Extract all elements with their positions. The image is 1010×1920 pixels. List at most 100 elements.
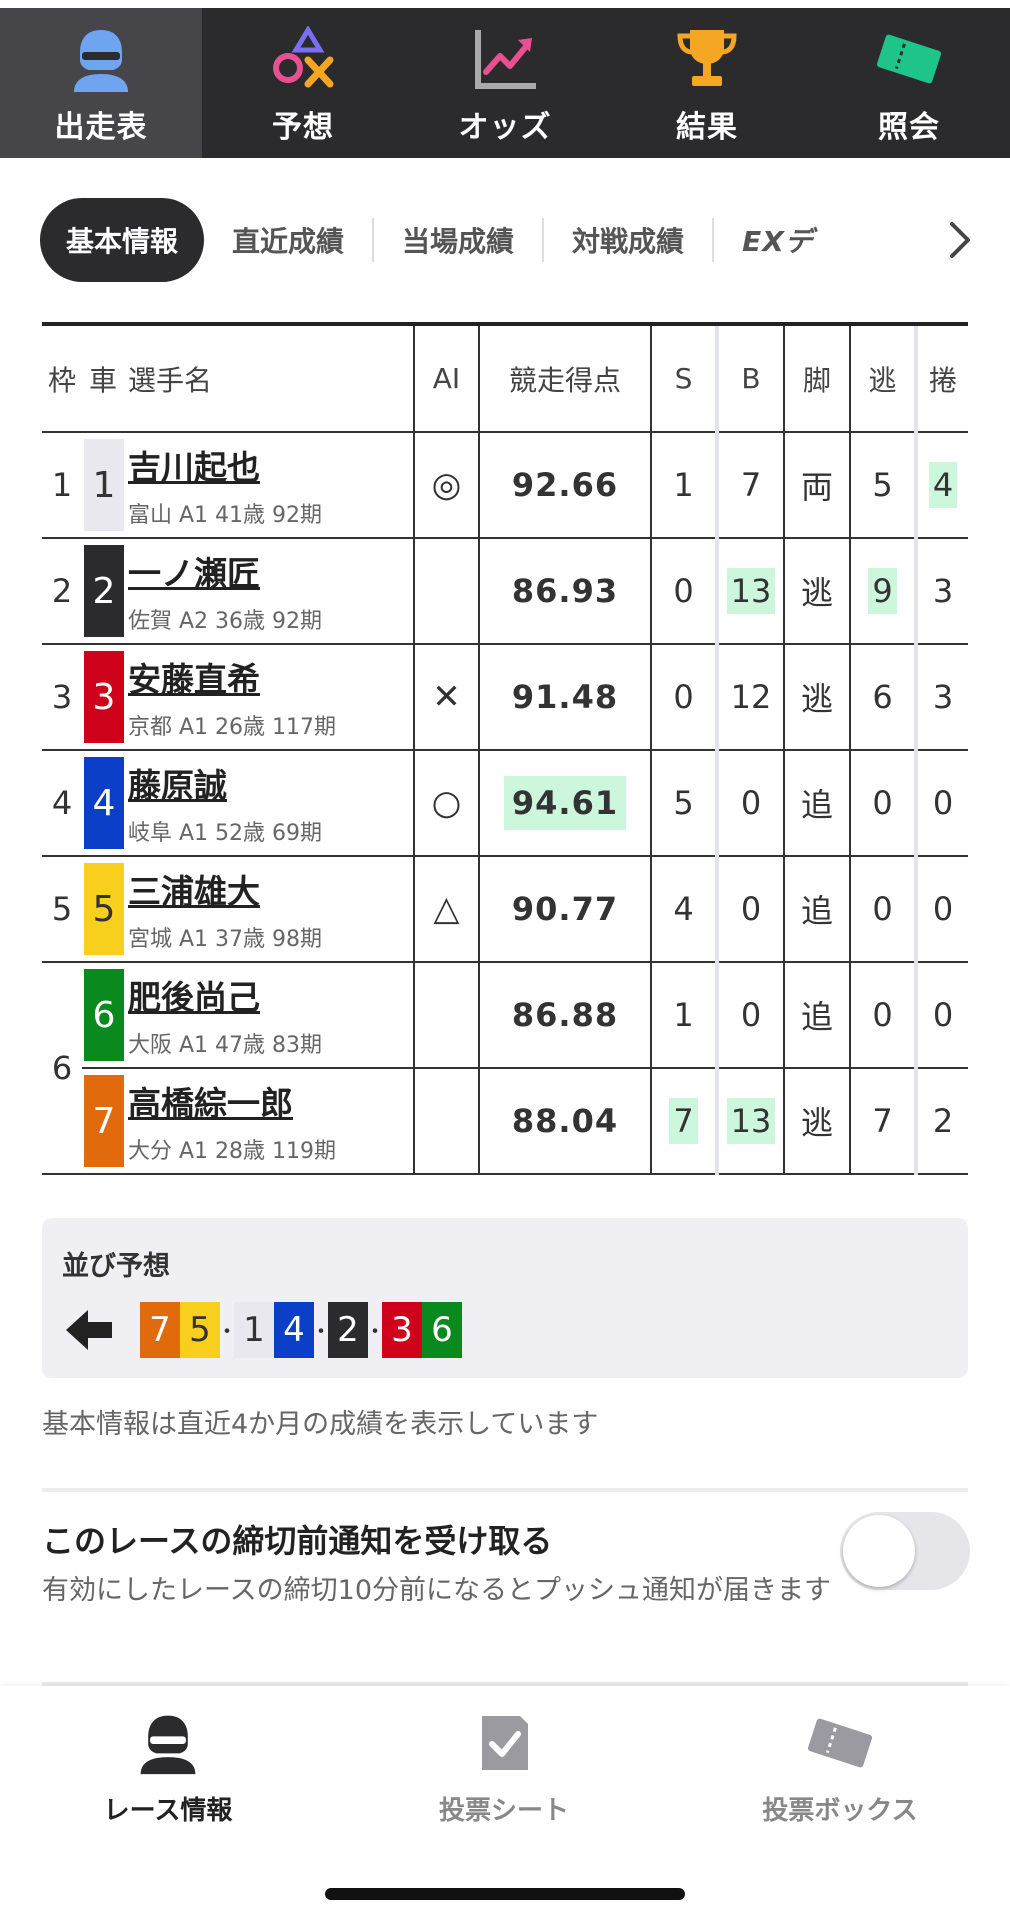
waku-number: 5 bbox=[42, 856, 82, 963]
header-nige: 逃 bbox=[850, 326, 918, 433]
race-score: 86.88 bbox=[511, 996, 619, 1034]
header-waku: 枠 bbox=[42, 326, 82, 433]
tab-taisen[interactable]: 対戦成績 bbox=[544, 198, 712, 282]
rider-name-link[interactable]: 高橋綜一郎 bbox=[124, 1077, 413, 1125]
stat-kyaku-cell: 両 bbox=[784, 432, 851, 539]
stat-b-cell: 0 bbox=[717, 856, 785, 963]
rider-name-link[interactable]: 一ノ瀬匠 bbox=[124, 547, 413, 595]
bottom-nav-vote-sheet[interactable]: 投票シート bbox=[336, 1710, 672, 1827]
nav-label: 結果 bbox=[676, 110, 738, 145]
line-prediction-row: 7 5 ・ 1 4 ・ 2 ・ 3 6 bbox=[62, 1302, 462, 1358]
race-score-cell: 90.77 bbox=[479, 856, 652, 963]
car-number-badge: 1 bbox=[84, 439, 124, 531]
stat-kyaku-cell: 逃 bbox=[784, 644, 851, 751]
nav-item-odds[interactable]: オッズ bbox=[404, 8, 606, 158]
car-number-badge: 2 bbox=[84, 545, 124, 637]
ai-mark: ✕ bbox=[414, 644, 480, 751]
rider-info: 富山 A1 41歳 92期 bbox=[128, 503, 323, 528]
rider-name-link[interactable]: 肥後尚己 bbox=[124, 971, 413, 1019]
bottom-nav-race-info[interactable]: レース情報 bbox=[0, 1710, 336, 1827]
chevron-right-icon[interactable] bbox=[940, 218, 980, 262]
rider-info: 宮城 A1 37歳 98期 bbox=[128, 927, 323, 952]
rider-cell: 吉川起也富山 A1 41歳 92期 bbox=[124, 432, 415, 539]
table-header-row: 枠 車 選手名 AI 競走得点 S B 脚 逃 捲 bbox=[42, 326, 968, 433]
race-score: 91.48 bbox=[511, 678, 619, 716]
rider-name-link[interactable]: 吉川起也 bbox=[124, 441, 413, 489]
stat-kyaku-cell: 逃 bbox=[784, 538, 851, 645]
stat-makuri-cell: 0 bbox=[916, 856, 968, 963]
tab-chokkin[interactable]: 直近成績 bbox=[204, 198, 372, 282]
nav-item-shussohyo[interactable]: 出走表 bbox=[0, 8, 202, 158]
stat-makuri: 2 bbox=[932, 1102, 954, 1140]
table-row: 1 1 吉川起也 富山 A1 41歳 92期 ◎ 92.66 1 7 両 5 4 bbox=[42, 432, 968, 539]
ai-mark: ◎ bbox=[414, 432, 480, 539]
stat-b: 0 bbox=[740, 890, 762, 928]
stat-s-cell: 5 bbox=[651, 750, 719, 857]
stat-kyaku: 両 bbox=[800, 468, 833, 506]
table-row: 7 高橋綜一郎 大分 A1 28歳 119期 88.04 7 13 逃 7 2 bbox=[42, 1068, 968, 1175]
stat-b-cell: 12 bbox=[717, 644, 785, 751]
stat-makuri: 0 bbox=[932, 784, 954, 822]
table-body: 1 1 吉川起也 富山 A1 41歳 92期 ◎ 92.66 1 7 両 5 4 2 2 一ノ瀬匠 佐賀 A… bbox=[42, 432, 968, 1175]
line-car-badge: 3 bbox=[382, 1302, 422, 1358]
tab-toujou[interactable]: 当場成績 bbox=[374, 198, 542, 282]
car-number-cell: 2 bbox=[82, 538, 124, 645]
race-score: 92.66 bbox=[511, 466, 619, 504]
rider-cell: 一ノ瀬匠 佐賀 A2 36歳 92期 bbox=[124, 538, 415, 645]
bottom-nav-vote-box[interactable]: 投票ボックス bbox=[672, 1710, 1008, 1827]
nav-item-shokai[interactable]: 照会 bbox=[808, 8, 1010, 158]
header-kyaku: 脚 bbox=[784, 326, 851, 433]
waku-number: 2 bbox=[42, 538, 82, 645]
header-ai: AI bbox=[414, 326, 480, 433]
header-sha: 車 bbox=[82, 326, 124, 433]
chart-up-icon bbox=[469, 26, 541, 92]
stat-kyaku-cell: 追 bbox=[784, 750, 851, 857]
shapes-icon bbox=[267, 26, 339, 92]
stat-makuri-cell: 0 bbox=[916, 750, 968, 857]
stat-makuri-cell: 4 bbox=[916, 432, 968, 539]
stat-kyaku: 追 bbox=[800, 892, 833, 930]
entry-table: 枠 車 選手名 AI 競走得点 S B 脚 逃 捲 1 1 吉川起也 富山 A1 41… bbox=[42, 322, 968, 1175]
stat-kyaku: 追 bbox=[800, 786, 833, 824]
stat-kyaku-cell: 追 bbox=[784, 856, 851, 963]
header-score: 競走得点 bbox=[479, 326, 652, 433]
stat-kyaku: 追 bbox=[800, 998, 833, 1036]
bottom-nav-label: レース情報 bbox=[103, 1796, 233, 1826]
divider bbox=[42, 1488, 968, 1492]
nav-item-kekka[interactable]: 結果 bbox=[606, 8, 808, 158]
header-s: S bbox=[651, 326, 719, 433]
stat-makuri-cell: 0 bbox=[916, 962, 968, 1069]
stat-s-cell: 7 bbox=[651, 1068, 719, 1175]
table-row: 5 5 三浦雄大 宮城 A1 37歳 98期 △ 90.77 4 0 追 0 0 bbox=[42, 856, 968, 963]
rider-name-link[interactable]: 三浦雄大 bbox=[124, 865, 413, 913]
waku-number: 4 bbox=[42, 750, 82, 857]
nav-label: 照会 bbox=[878, 110, 940, 145]
tab-kihon[interactable]: 基本情報 bbox=[40, 198, 205, 282]
waku-number: 1 bbox=[42, 432, 82, 539]
rider-name-link[interactable]: 安藤直希 bbox=[124, 653, 413, 701]
notify-toggle[interactable] bbox=[840, 1512, 970, 1590]
stat-b: 0 bbox=[740, 996, 762, 1034]
stat-s-cell: 0 bbox=[651, 644, 719, 751]
bottom-nav-label: 投票シート bbox=[438, 1796, 569, 1826]
trophy-icon bbox=[671, 26, 743, 92]
stat-nige: 7 bbox=[872, 1102, 893, 1140]
line-separator: ・ bbox=[364, 1320, 387, 1345]
line-car-badge: 6 bbox=[422, 1302, 462, 1358]
car-number-badge: 5 bbox=[84, 863, 124, 955]
tab-ex-data[interactable]: EXデ bbox=[714, 198, 842, 282]
stat-makuri: 3 bbox=[932, 572, 954, 610]
rider-name-link[interactable]: 藤原誠 bbox=[124, 759, 413, 807]
stat-s: 4 bbox=[673, 890, 694, 928]
notify-description: 有効にしたレースの締切10分前になるとプッシュ通知が届きます bbox=[42, 1575, 832, 1606]
nav-item-yoso[interactable]: 予想 bbox=[202, 8, 404, 158]
stat-s: 7 bbox=[669, 1098, 698, 1144]
stat-makuri: 0 bbox=[932, 996, 954, 1034]
table-row: 2 2 一ノ瀬匠 佐賀 A2 36歳 92期 86.93 0 13 逃 9 3 bbox=[42, 538, 968, 645]
stat-nige-cell: 0 bbox=[850, 962, 918, 1069]
stat-s-cell: 0 bbox=[651, 538, 719, 645]
rider-info: 京都 A1 26歳 117期 bbox=[128, 715, 337, 740]
stat-s-cell: 1 bbox=[651, 962, 719, 1069]
ai-mark bbox=[414, 1068, 480, 1175]
line-car-badge: 2 bbox=[328, 1302, 368, 1358]
